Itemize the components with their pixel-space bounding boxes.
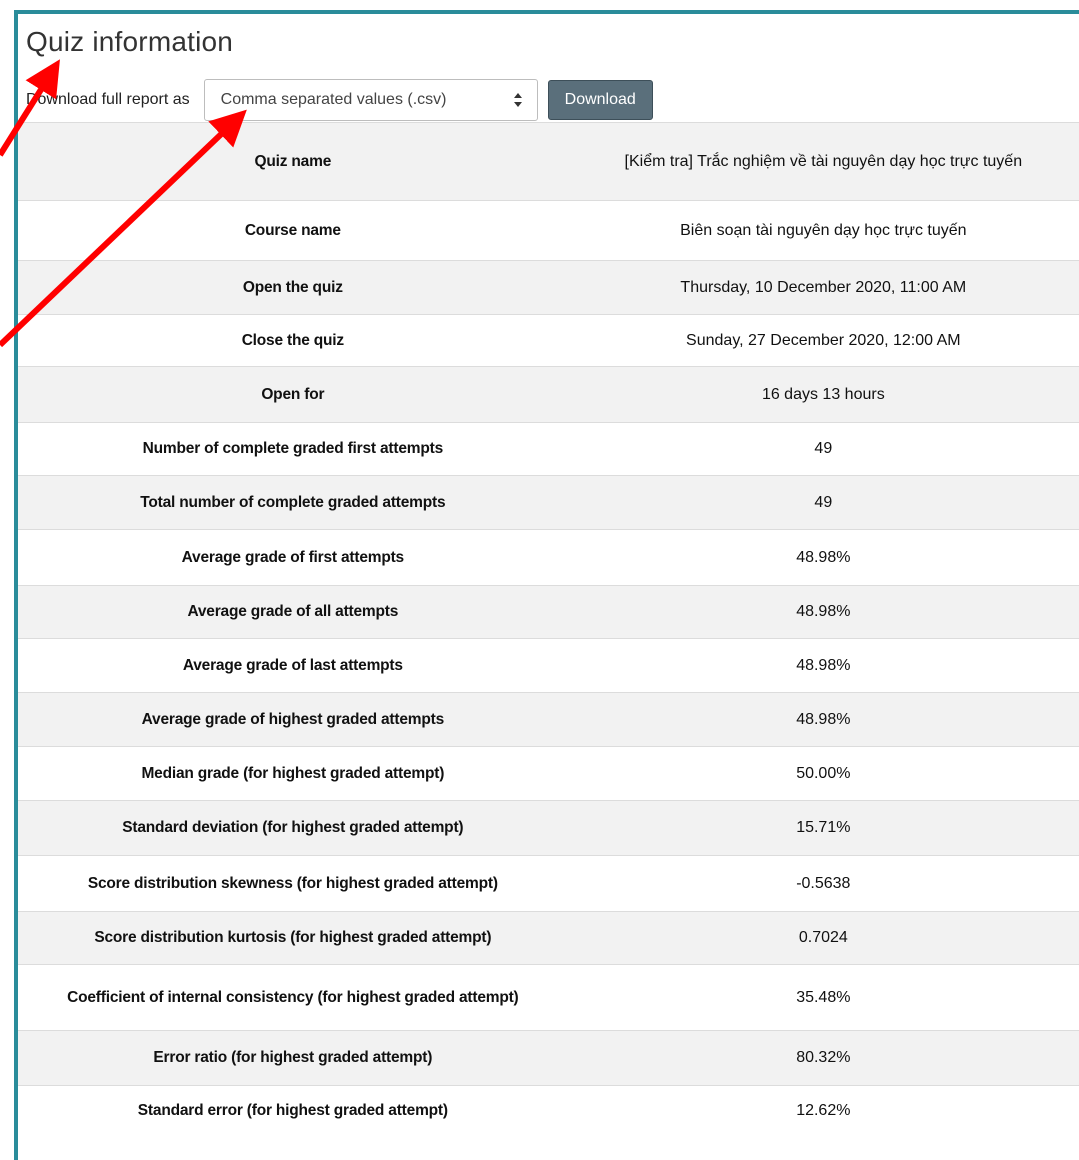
row-value: 12.62% — [567, 1085, 1079, 1136]
select-updown-icon — [513, 93, 522, 107]
info-row: Median grade (for highest graded attempt… — [18, 746, 1079, 801]
row-value: Sunday, 27 December 2020, 12:00 AM — [567, 314, 1079, 367]
row-value: -0.5638 — [567, 855, 1079, 912]
info-row: Average grade of first attempts 48.98% — [18, 529, 1079, 586]
info-row: Average grade of last attempts 48.98% — [18, 638, 1079, 693]
info-row: Average grade of highest graded attempts… — [18, 692, 1079, 747]
row-label: Close the quiz — [18, 314, 568, 367]
info-row: Score distribution skewness (for highest… — [18, 855, 1079, 912]
row-value: 15.71% — [567, 800, 1079, 856]
info-row: Score distribution kurtosis (for highest… — [18, 911, 1079, 965]
row-label: Average grade of first attempts — [18, 529, 568, 586]
info-row: Standard error (for highest graded attem… — [18, 1085, 1079, 1136]
row-label: Error ratio (for highest graded attempt) — [18, 1030, 568, 1086]
row-value: 16 days 13 hours — [567, 366, 1079, 423]
download-label: Download full report as — [26, 91, 190, 108]
info-row: Course name Biên soạn tài nguyên dạy học … — [18, 200, 1079, 261]
row-label: Coefficient of internal consistency (for… — [18, 964, 568, 1031]
row-value: 48.98% — [567, 638, 1079, 693]
info-row: Number of complete graded first attempts… — [18, 422, 1079, 476]
info-row: Average grade of all attempts 48.98% — [18, 585, 1079, 639]
row-label: Score distribution skewness (for highest… — [18, 855, 568, 912]
info-row: Quiz name [Kiểm tra] Trắc nghiệm về tài n… — [18, 122, 1079, 201]
row-label: Number of complete graded first attempts — [18, 422, 568, 476]
row-value: Biên soạn tài nguyên dạy học trực tuyến — [567, 200, 1079, 261]
info-row: Open the quiz Thursday, 10 December 2020,… — [18, 260, 1079, 315]
info-row: Open for 16 days 13 hours — [18, 366, 1079, 423]
row-label: Average grade of highest graded attempts — [18, 692, 568, 747]
download-button[interactable]: Download — [547, 80, 653, 120]
row-label: Course name — [18, 200, 568, 261]
quiz-info-table: Quiz name [Kiểm tra] Trắc nghiệm về tài n… — [18, 122, 1079, 1136]
row-value: Thursday, 10 December 2020, 11:00 AM — [567, 260, 1079, 315]
info-row: Coefficient of internal consistency (for… — [18, 964, 1079, 1031]
format-select[interactable]: Comma separated values (.csv) — [203, 79, 538, 121]
row-label: Total number of complete graded attempts — [18, 475, 568, 530]
info-row: Error ratio (for highest graded attempt)… — [18, 1030, 1079, 1086]
row-value: 49 — [567, 422, 1079, 476]
row-label: Average grade of all attempts — [18, 585, 568, 639]
info-row: Total number of complete graded attempts… — [18, 475, 1079, 530]
row-label: Standard deviation (for highest graded a… — [18, 800, 568, 856]
download-row: Download full report as Comma separated … — [26, 78, 653, 122]
row-value: [Kiểm tra] Trắc nghiệm về tài nguyên dạy… — [567, 122, 1079, 201]
row-value: 49 — [567, 475, 1079, 530]
row-value: 48.98% — [567, 585, 1079, 639]
row-value: 35.48% — [567, 964, 1079, 1031]
page-title: Quiz information — [26, 26, 234, 57]
info-row: Standard deviation (for highest graded a… — [18, 800, 1079, 856]
row-label: Score distribution kurtosis (for highest… — [18, 911, 568, 965]
row-label: Open for — [18, 366, 568, 423]
row-label: Standard error (for highest graded attem… — [18, 1085, 568, 1136]
row-label: Quiz name — [18, 122, 568, 201]
row-label: Average grade of last attempts — [18, 638, 568, 693]
row-value: 48.98% — [567, 692, 1079, 747]
row-value: 48.98% — [567, 529, 1079, 586]
row-value: 50.00% — [567, 746, 1079, 801]
row-label: Open the quiz — [18, 260, 568, 315]
info-row: Close the quiz Sunday, 27 December 2020, … — [18, 314, 1079, 367]
format-select-value: Comma separated values (.csv) — [220, 91, 447, 108]
row-label: Median grade (for highest graded attempt… — [18, 746, 568, 801]
row-value: 80.32% — [567, 1030, 1079, 1086]
row-value: 0.7024 — [567, 911, 1079, 965]
